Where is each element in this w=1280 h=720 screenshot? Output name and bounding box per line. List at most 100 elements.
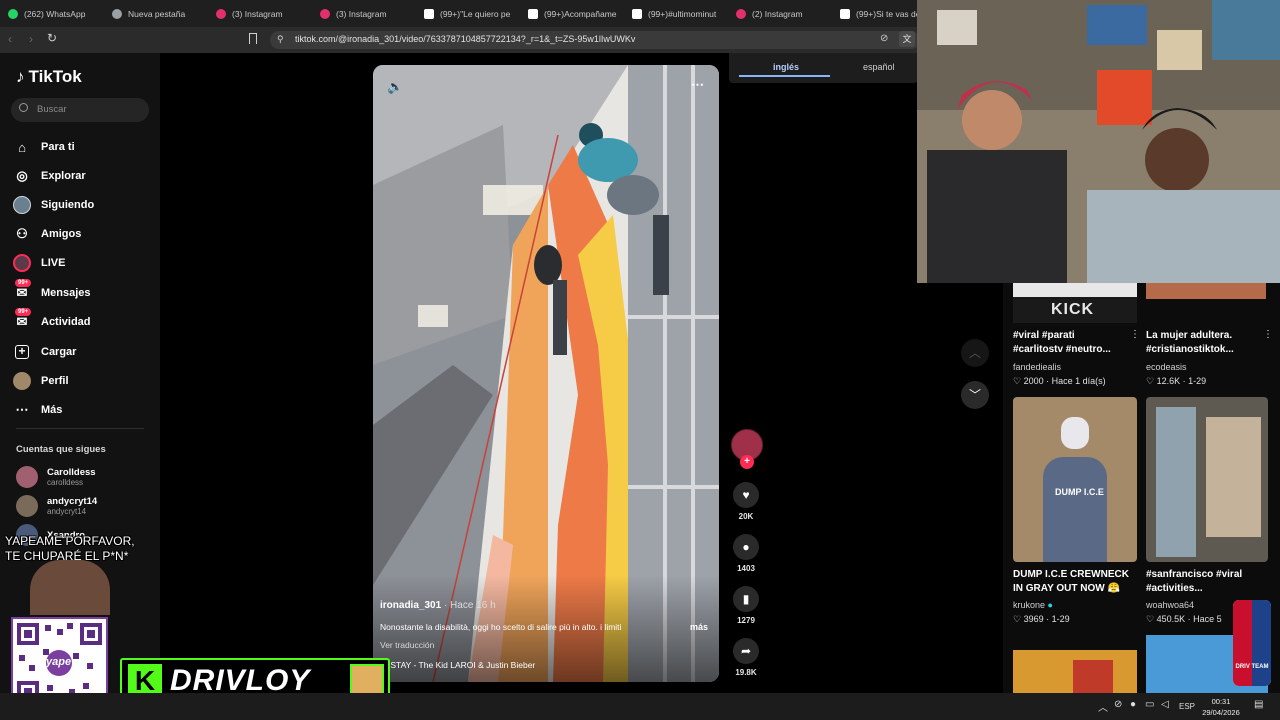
volume-off-icon[interactable]: ▭ [1145,699,1154,710]
nav-mensajes[interactable]: ✉ 99+ Mensajes [13,279,91,302]
card-thumbnail: KICK [1013,283,1137,323]
yape-logo-text: yape [46,656,72,668]
search-input[interactable]: Buscar [11,98,149,122]
following-icon [13,196,31,214]
card-meta: ♡ 450.5K · Hace 5 [1146,614,1222,624]
url-text: tiktok.com/@ironadia_301/video/763378710… [295,34,636,44]
back-icon[interactable]: ‹ [8,32,12,46]
activity-badge: 99+ [15,308,32,316]
notifications-icon[interactable]: ▤ [1254,699,1263,710]
music-info[interactable]: ♫ STAY - The Kid LAROI & Justin Bieber [380,660,535,670]
avatar [16,466,38,488]
card-author: ecodeasis [1146,362,1187,372]
browser-tab[interactable]: (99+)"Le quiero pe [416,0,520,27]
card-thumbnail [1146,283,1266,299]
browser-tab[interactable]: (99+)Acompañame [520,0,624,27]
verified-icon: ● [1047,600,1053,610]
active-tab-underline [739,75,830,77]
translate-popup: inglés español [729,53,918,83]
forward-icon[interactable]: › [29,32,33,46]
card-menu-icon[interactable]: ⋮ [1130,329,1140,340]
tiktok-logo[interactable]: ♪ TikTok [16,67,82,87]
card-meta: ♡ 12.6K · 1-29 [1146,376,1207,386]
following-section-title: Cuentas que sigues [16,444,106,455]
nav-actividad[interactable]: ✉ 99+ Actividad [13,308,91,331]
team-logo-red [1233,600,1252,686]
bookmark-icon: ▮ [733,586,759,612]
thumb-text: KICK [1051,301,1095,318]
nav-cargar[interactable]: + Cargar [13,343,76,361]
save-count: 1279 [737,616,755,625]
thumb-banner [1013,283,1137,297]
browser-tab[interactable]: (262) WhatsApp [0,0,104,27]
browser-tab[interactable]: (3) Instagram [312,0,416,27]
home-icon: ⌂ [18,139,26,155]
network-off-icon[interactable]: ⊘ [1114,699,1122,710]
card-menu-icon[interactable]: ⋮ [1263,329,1273,340]
tiktok-icon [632,8,642,19]
whatsapp-icon [8,8,18,19]
speaker-icon[interactable]: ◁ [1161,699,1169,710]
translate-tab-spanish[interactable]: español [863,62,895,72]
keyboard-language[interactable]: ESP [1179,702,1195,711]
more-options-icon[interactable]: ⋯ [691,77,704,93]
translate-icon[interactable]: 文 [899,31,915,47]
next-video-button[interactable]: ﹀ [961,381,989,409]
nav-siguiendo[interactable]: Siguiendo [13,196,94,214]
thumb-interior [1206,417,1261,537]
nav-para-ti[interactable]: ⌂ Para ti [13,138,75,156]
card-title: #viral #parati #carlitostv #neutro... [1013,330,1111,355]
activity-icon: ✉ 99+ [13,308,32,331]
eye-off-icon[interactable]: ⊘ [880,33,888,44]
webcam-feed [917,0,1280,283]
reload-icon[interactable]: ↻ [47,31,57,45]
translate-link[interactable]: Ver traducción [380,640,434,650]
overlay-person [30,560,110,615]
card-meta: ♡ 3969 · 1-29 [1013,614,1070,624]
bookmark-icon[interactable] [249,33,257,44]
divider [16,428,144,429]
like-button[interactable]: ♥ 20K [733,482,759,521]
browser-tab[interactable]: Nueva pestaña [104,0,208,27]
video-description: Nonostante la disabilità, oggi ho scelto… [380,622,622,632]
nav-live[interactable]: LIVE [13,254,65,272]
video-player[interactable]: 🔈 ⋯ ironadia_301 · Hace 16 h Nonostante … [373,65,719,682]
tray-chevron-icon[interactable]: ︿ [1098,699,1108,714]
browser-tab[interactable]: (99+)#ultimominut [624,0,728,27]
nav-explorar[interactable]: ◎ Explorar [13,167,85,185]
browser-tab[interactable]: (99+)Si te vas de [832,0,918,27]
tiktok-icon [424,8,434,19]
following-account[interactable]: andycryt14 andycryt14 [16,495,97,517]
site-info-icon[interactable]: ⚲ [277,34,284,45]
tiktok-icon [528,8,538,19]
share-button[interactable]: ➦ 19.8K [733,638,759,677]
save-button[interactable]: ▮ 1279 [733,586,759,625]
clock[interactable]: 00:31 29/04/2026 [1200,696,1242,718]
comment-button[interactable]: ● 1403 [733,534,759,573]
nav-mas[interactable]: ⋯ Más [13,401,63,419]
previous-video-button[interactable]: ︿ [961,339,989,367]
more-link[interactable]: más [690,622,708,632]
video-card[interactable]: KICK #viral #parati #carlitostv #neutro.… [1013,283,1140,395]
volume-icon[interactable]: 🔈 [387,79,403,95]
follow-plus-icon[interactable]: + [740,455,754,469]
video-card[interactable]: La mujer adultera. #cristianostiktok... … [1146,283,1273,395]
nav-perfil[interactable]: Perfil [13,372,69,390]
card-title: La mujer adultera. #cristianostiktok... [1146,330,1234,355]
search-icon [19,103,28,112]
video-card[interactable]: DUMP I.C.E DUMP I.C.E CREWNECK IN GRAY O… [1013,397,1137,629]
microphone-icon[interactable]: ● [1130,699,1136,710]
friends-icon: ⚇ [16,226,28,241]
translate-tab-english[interactable]: inglés [773,62,799,72]
following-account[interactable]: Carolldess carolldess [16,466,96,488]
browser-tab[interactable]: (3) Instagram [208,0,312,27]
card-author: fandediealis [1013,362,1062,372]
tiktok-icon [840,8,850,19]
video-author[interactable]: ironadia_301 · Hace 16 h [380,600,496,611]
video-card[interactable]: #sanfrancisco #viral #activities... woah… [1146,397,1270,629]
nav-amigos[interactable]: ⚇ Amigos [13,225,81,243]
compass-icon: ◎ [16,168,28,183]
browser-tab[interactable]: (2) Instagram [728,0,832,27]
upload-icon: + [13,343,31,361]
video-card-thumbnail[interactable] [1013,650,1137,693]
